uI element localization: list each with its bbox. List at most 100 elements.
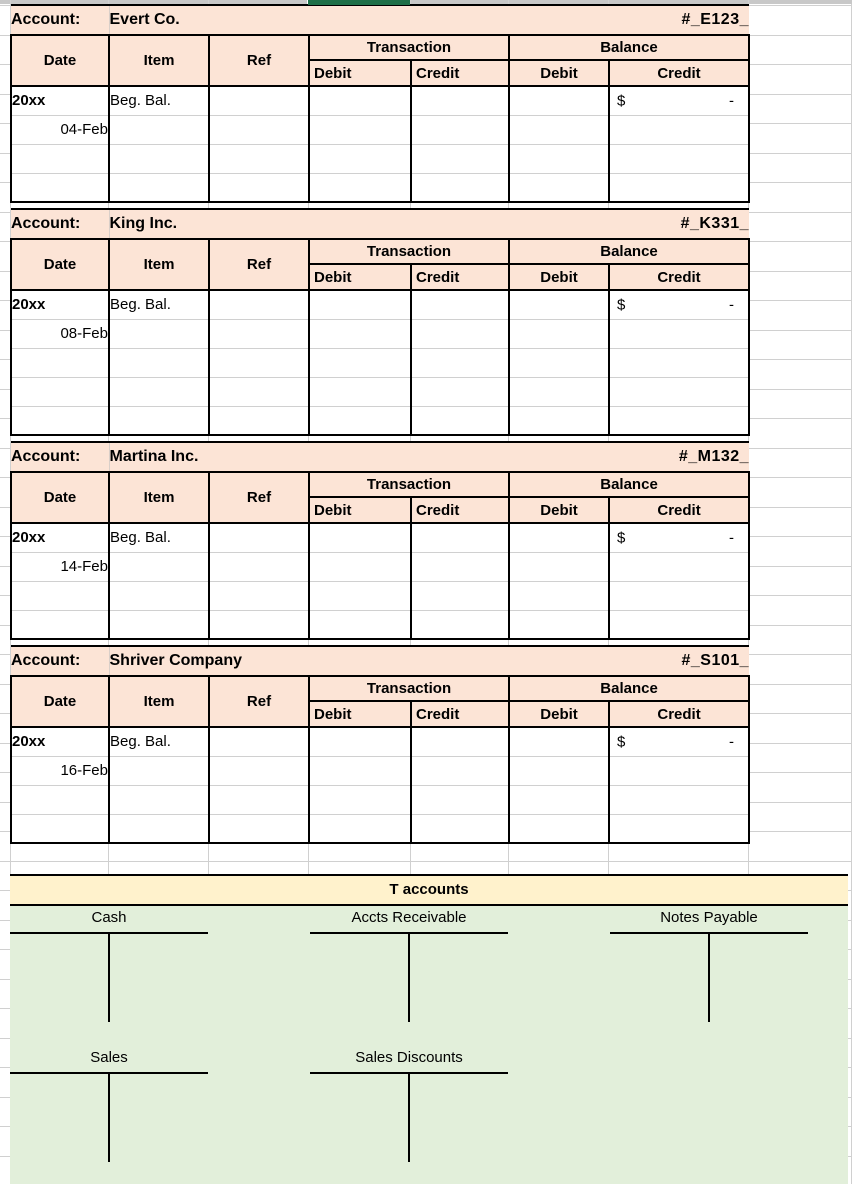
t-account[interactable]: Cash [10,906,208,1046]
cell-balance-credit[interactable]: $ - [607,290,751,320]
cell-transaction-credit[interactable] [409,552,511,582]
cell-transaction-credit[interactable] [410,173,510,203]
cell-ref[interactable] [208,581,310,611]
cell-date[interactable]: 16-Feb [10,756,110,786]
cell-balance-credit[interactable] [608,581,751,611]
cell-transaction-credit[interactable] [410,319,510,349]
account-name[interactable]: Evert Co. [109,4,509,35]
cell-date[interactable] [10,173,110,203]
cell-transaction-credit[interactable] [409,523,511,553]
cell-transaction-debit[interactable] [308,86,412,116]
cell-date[interactable]: 20xx [10,523,110,553]
cell-item[interactable] [108,581,210,611]
cell-item[interactable] [108,377,210,407]
cell-transaction-debit[interactable] [308,523,412,553]
cell-balance-debit[interactable] [508,814,611,844]
cell-ref[interactable] [208,727,310,757]
cell-date[interactable]: 20xx [10,727,110,757]
cell-ref[interactable] [208,756,310,786]
t-account[interactable]: Notes Payable [610,906,808,1046]
cell-transaction-debit[interactable] [308,290,412,320]
cell-ref[interactable] [208,552,310,582]
cell-balance-credit[interactable] [607,348,751,378]
cell-balance-credit[interactable] [608,144,750,174]
cell-item[interactable] [108,144,210,174]
cell-ref[interactable] [208,523,310,553]
cell-transaction-debit[interactable] [308,144,412,174]
cell-item[interactable] [108,756,210,786]
cell-balance-debit[interactable] [508,290,610,320]
cell-balance-debit[interactable] [508,581,611,611]
column-header-strip[interactable] [0,0,852,5]
cell-transaction-credit[interactable] [409,756,511,786]
cell-date[interactable] [10,406,110,436]
cell-transaction-credit[interactable] [410,406,510,436]
cell-date[interactable] [10,144,110,174]
cell-balance-debit[interactable] [508,319,610,349]
t-account[interactable]: Sales [10,1046,208,1184]
t-account[interactable]: Accts Receivable [310,906,508,1046]
cell-transaction-credit[interactable] [409,581,511,611]
cell-date[interactable] [10,814,110,844]
cell-transaction-credit[interactable] [409,814,511,844]
cell-balance-debit[interactable] [508,348,610,378]
cell-balance-debit[interactable] [508,377,610,407]
cell-transaction-credit[interactable] [410,377,510,407]
cell-balance-debit[interactable] [508,173,610,203]
cell-transaction-credit[interactable] [409,727,511,757]
cell-transaction-debit[interactable] [308,785,412,815]
cell-item[interactable] [108,814,210,844]
cell-balance-debit[interactable] [508,756,611,786]
cell-balance-credit[interactable]: $ - [608,727,751,757]
cell-ref[interactable] [208,377,310,407]
column-header-8[interactable] [749,0,852,4]
cell-item[interactable] [108,406,210,436]
cell-balance-debit[interactable] [508,727,611,757]
account-number[interactable]: #_M132_ [509,441,750,472]
column-header-0[interactable] [0,0,10,4]
cell-ref[interactable] [208,173,310,203]
cell-balance-credit[interactable] [608,610,751,640]
column-header-1[interactable] [11,0,108,4]
cell-item[interactable] [108,552,210,582]
cell-transaction-debit[interactable] [308,581,412,611]
account-number[interactable]: #_E123_ [509,4,749,35]
cell-date[interactable] [10,581,110,611]
cell-balance-credit[interactable] [608,552,751,582]
column-header-7[interactable] [609,0,748,4]
cell-ref[interactable] [208,144,310,174]
cell-item[interactable]: Beg. Bal. [108,86,210,116]
account-number[interactable]: #_K331_ [509,208,750,239]
cell-ref[interactable] [208,348,310,378]
cell-balance-credit[interactable] [608,115,750,145]
cell-ref[interactable] [208,814,310,844]
cell-transaction-credit[interactable] [409,610,511,640]
cell-balance-debit[interactable] [508,115,610,145]
cell-item[interactable] [108,610,210,640]
cell-balance-debit[interactable] [508,86,610,116]
t-account[interactable]: Sales Discounts [310,1046,508,1184]
cell-balance-credit[interactable] [607,377,751,407]
cell-balance-credit[interactable]: $ - [608,86,750,116]
column-header-6[interactable] [509,0,608,4]
cell-balance-credit[interactable] [608,173,750,203]
cell-item[interactable]: Beg. Bal. [108,523,210,553]
cell-ref[interactable] [208,406,310,436]
cell-item[interactable] [108,348,210,378]
cell-transaction-debit[interactable] [308,348,412,378]
cell-date[interactable]: 08-Feb [10,319,110,349]
cell-date[interactable] [10,348,110,378]
cell-transaction-debit[interactable] [308,173,412,203]
cell-transaction-credit[interactable] [410,290,510,320]
account-name[interactable]: Martina Inc. [109,441,510,472]
cell-ref[interactable] [208,115,310,145]
cell-transaction-debit[interactable] [308,756,412,786]
account-number[interactable]: #_S101_ [509,645,750,676]
cell-transaction-debit[interactable] [308,406,412,436]
cell-balance-debit[interactable] [508,144,610,174]
cell-transaction-credit[interactable] [410,86,510,116]
cell-balance-debit[interactable] [508,552,611,582]
cell-transaction-credit[interactable] [409,785,511,815]
column-header-selected[interactable] [308,0,410,5]
cell-transaction-credit[interactable] [410,348,510,378]
